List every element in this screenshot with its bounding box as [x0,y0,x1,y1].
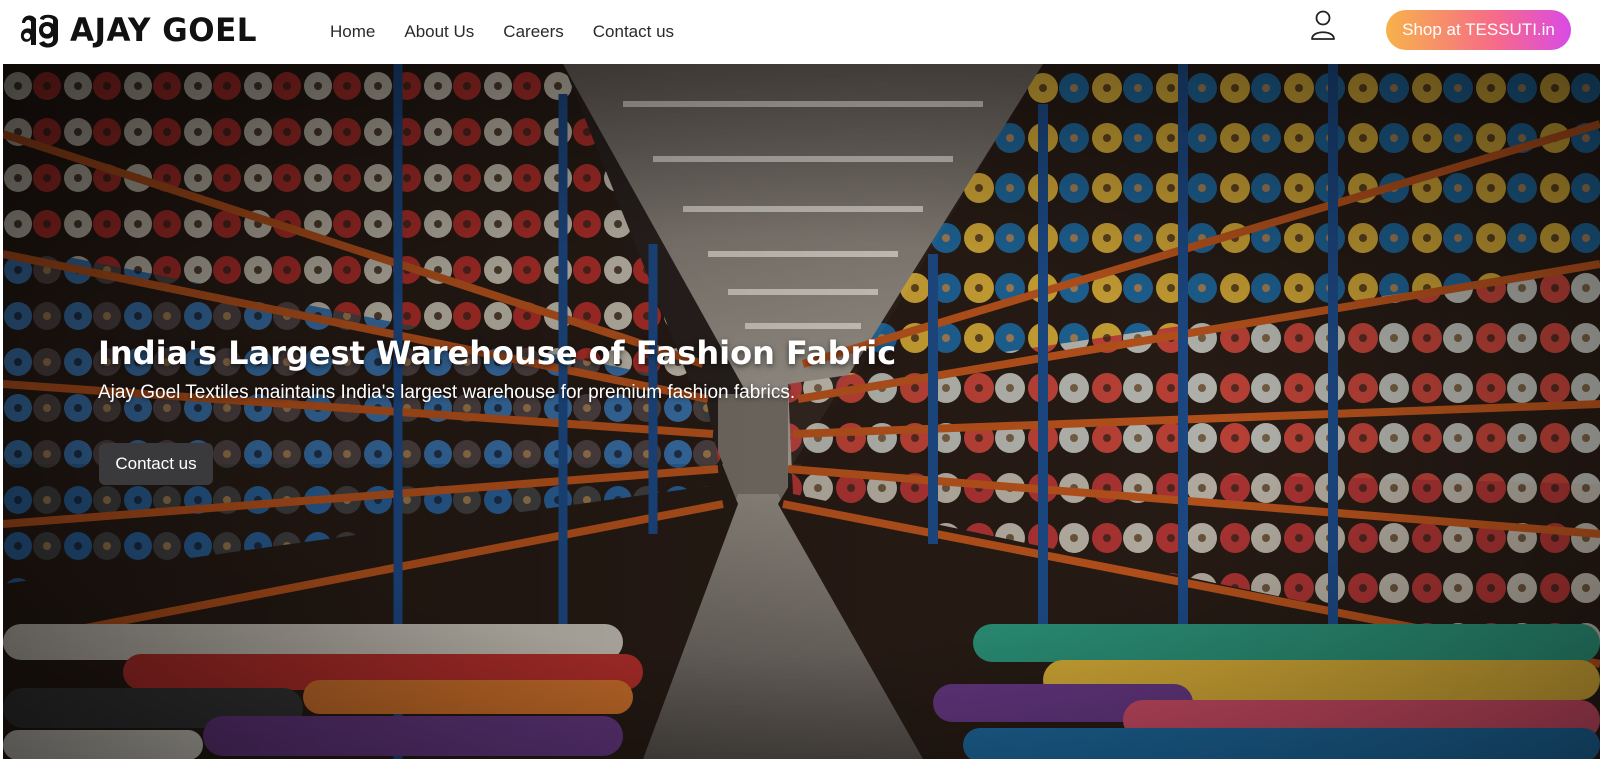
ag-monogram-logo-icon [19,10,61,52]
nav-contact-us[interactable]: Contact us [593,22,674,42]
nav-about-us[interactable]: About Us [404,22,474,42]
hero-section: India's Largest Warehouse of Fashion Fab… [3,64,1600,759]
hero-overlay [3,64,1600,759]
hero-title: India's Largest Warehouse of Fashion Fab… [98,334,897,372]
hero-contact-button[interactable]: Contact us [99,443,213,485]
site-header: AJAY GOEL Home About Us Careers Contact … [0,0,1600,64]
brand-logo-link[interactable]: AJAY GOEL [18,9,257,53]
brand-name: AJAY GOEL [70,12,258,50]
main-nav: Home About Us Careers Contact us [330,0,703,64]
nav-home[interactable]: Home [330,22,375,42]
shop-tessuti-button[interactable]: Shop at TESSUTI.in [1386,10,1571,50]
hero-subtitle: Ajay Goel Textiles maintains India's lar… [98,382,796,403]
nav-careers[interactable]: Careers [503,22,563,42]
user-icon[interactable] [1310,9,1336,41]
